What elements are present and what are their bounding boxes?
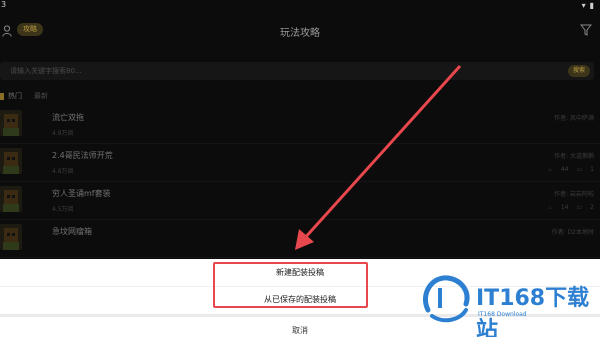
watermark-logo-icon: [423, 275, 470, 323]
watermark-title: IT168下载站: [476, 286, 590, 337]
watermark-subtitle: IT168 Download: [478, 311, 527, 318]
watermark: IT168下载站 IT168 Download: [418, 270, 598, 337]
highlight-box: [213, 262, 368, 308]
